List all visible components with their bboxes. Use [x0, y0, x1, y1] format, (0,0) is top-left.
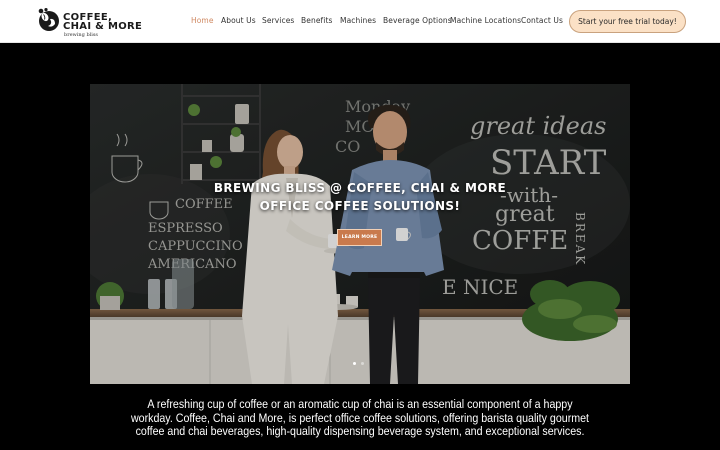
- brand-logo[interactable]: COFFEE, CHAI & MORE brewing bliss: [36, 6, 142, 38]
- hero-title-line1: BREWING BLISS @ COFFEE, CHAI & MORE: [213, 181, 507, 195]
- nav-machines[interactable]: Machines: [340, 16, 376, 25]
- nav-contact-us[interactable]: Contact Us: [521, 16, 563, 25]
- hero-slider: Monday MORE CO great ideas START -with- …: [90, 84, 630, 384]
- nav-machine-locations[interactable]: Machine Locations: [450, 16, 521, 25]
- slider-dot-1[interactable]: [353, 362, 356, 365]
- coffee-bean-logo-icon: [38, 8, 59, 31]
- learn-more-button[interactable]: LEARN MORE: [337, 229, 382, 246]
- brand-name-line2: CHAI & MORE: [63, 21, 143, 32]
- brand-tagline: brewing bliss: [64, 32, 98, 38]
- nav-beverage-options[interactable]: Beverage Options: [383, 16, 452, 25]
- nav-home[interactable]: Home: [191, 16, 214, 25]
- site-header: COFFEE, CHAI & MORE brewing bliss Home A…: [0, 0, 720, 43]
- intro-paragraph: A refreshing cup of coffee or an aromati…: [130, 397, 590, 439]
- slider-dot-2[interactable]: [361, 362, 364, 365]
- free-trial-button[interactable]: Start your free trial today!: [569, 10, 686, 33]
- nav-benefits[interactable]: Benefits: [301, 16, 333, 25]
- nav-about-us[interactable]: About Us: [221, 16, 256, 25]
- hero-title-line2: OFFICE COFFEE SOLUTIONS!: [259, 199, 461, 213]
- nav-services[interactable]: Services: [262, 16, 294, 25]
